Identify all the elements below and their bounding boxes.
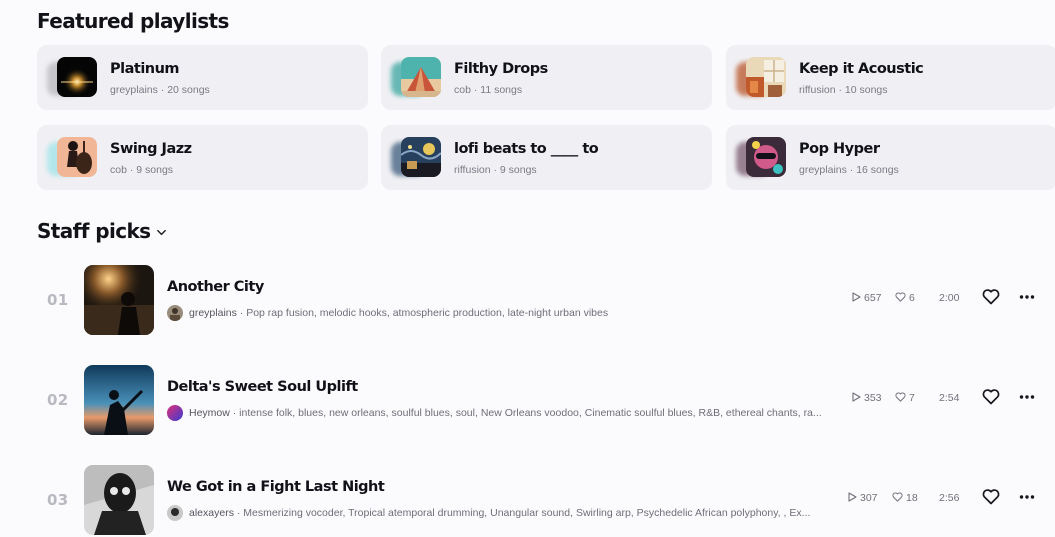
like-count-value: 7 [909,392,915,404]
playlist-name: lofi beats to ____ to [454,141,599,157]
track-title: Delta's Sweet Soul Uplift [167,379,358,395]
track-row[interactable]: 03 We Got in a Fight Last Night alexayer… [37,465,1055,537]
play-icon [848,492,857,502]
playlist-meta: greyplains · 20 songs [110,84,210,96]
playlist-meta: greyplains · 16 songs [799,164,899,176]
heart-small-icon [892,492,903,502]
track-tags: · Mesmerizing vocoder, Tropical atempora… [236,507,811,519]
user-avatar[interactable] [167,505,183,522]
more-options-button[interactable] [1017,287,1037,307]
more-dots-icon [1019,395,1035,399]
track-duration: 2:56 [939,492,960,504]
track-duration: 2:54 [939,392,960,404]
playlist-name: Filthy Drops [454,61,548,77]
play-icon [852,292,861,302]
playlist-art-stack [736,57,788,99]
playlist-art-stack [391,137,443,179]
play-count: 657 [852,292,882,304]
like-button[interactable] [981,287,1001,307]
staff-picks-dropdown[interactable]: Staff picks [37,219,167,243]
heart-icon [982,489,1000,505]
featured-playlists-heading: Featured playlists [37,9,229,33]
playlist-card-filthy-drops[interactable]: Filthy Drops cob · 11 songs [381,45,712,110]
starry-night-art-icon [401,137,441,177]
pop-art-icon [746,137,786,177]
track-rank: 01 [47,291,69,309]
track-rank: 03 [47,491,69,509]
playlist-name: Pop Hyper [799,141,880,157]
platinum-art-icon [57,57,97,97]
more-dots-icon [1019,495,1035,499]
like-button[interactable] [981,487,1001,507]
user-avatar[interactable] [167,405,183,422]
track-cover-sunset-guitar[interactable] [84,365,154,435]
username-link[interactable]: greyplains [189,307,237,319]
track-meta: Heymow · intense folk, blues, new orlean… [167,405,832,422]
like-count-value: 6 [909,292,915,304]
playlist-art-stack [47,137,99,179]
user-avatar[interactable] [167,305,183,322]
playlist-name: Swing Jazz [110,141,192,157]
like-count: 7 [895,392,915,404]
track-meta: greyplains · Pop rap fusion, melodic hoo… [167,305,832,322]
window-art-icon [746,57,786,97]
play-count-value: 657 [864,292,882,304]
playlist-art-stack [736,137,788,179]
playlist-meta: cob · 9 songs [110,164,174,176]
heart-small-icon [895,392,906,402]
play-count: 307 [848,492,878,504]
playlist-name: Platinum [110,61,180,77]
chevron-down-icon [157,229,167,236]
playlist-meta: riffusion · 10 songs [799,84,888,96]
track-duration: 2:00 [939,292,960,304]
track-meta: alexayers · Mesmerizing vocoder, Tropica… [167,505,832,522]
like-count: 6 [895,292,915,304]
like-count: 18 [892,492,918,504]
heart-small-icon [895,292,906,302]
track-row[interactable]: 02 Delta's Sweet Soul Uplift Heymow · in… [37,365,1055,437]
playlist-name: Keep it Acoustic [799,61,924,77]
playlist-card-platinum[interactable]: Platinum greyplains · 20 songs [37,45,368,110]
track-cover-city-night[interactable] [84,265,154,335]
playlist-meta: riffusion · 9 songs [454,164,537,176]
track-rank: 02 [47,391,69,409]
playlist-art-stack [391,57,443,99]
track-cover-masked-figure[interactable] [84,465,154,535]
bass-player-art-icon [57,137,97,177]
like-button[interactable] [981,387,1001,407]
play-count-value: 353 [864,392,882,404]
playlist-card-keep-it-acoustic[interactable]: Keep it Acoustic riffusion · 10 songs [726,45,1055,110]
track-title: We Got in a Fight Last Night [167,479,385,495]
play-count: 353 [852,392,882,404]
track-tags: · Pop rap fusion, melodic hooks, atmosph… [239,307,609,319]
more-options-button[interactable] [1017,387,1037,407]
like-count-value: 18 [906,492,918,504]
playlist-meta: cob · 11 songs [454,84,523,96]
username-link[interactable]: alexayers [189,507,234,519]
heart-icon [982,289,1000,305]
playlist-art-stack [47,57,99,99]
mountain-art-icon [401,57,441,97]
heart-icon [982,389,1000,405]
staff-picks-heading: Staff picks [37,219,151,243]
playlist-card-pop-hyper[interactable]: Pop Hyper greyplains · 16 songs [726,125,1055,190]
track-row[interactable]: 01 Another City greyplains · Pop rap fus… [37,265,1055,337]
more-options-button[interactable] [1017,487,1037,507]
more-dots-icon [1019,295,1035,299]
username-link[interactable]: Heymow [189,407,230,419]
track-title: Another City [167,279,264,295]
play-icon [852,392,861,402]
playlist-card-lofi-beats[interactable]: lofi beats to ____ to riffusion · 9 song… [381,125,712,190]
playlist-card-swing-jazz[interactable]: Swing Jazz cob · 9 songs [37,125,368,190]
track-tags: · intense folk, blues, new orleans, soul… [232,407,822,419]
play-count-value: 307 [860,492,878,504]
